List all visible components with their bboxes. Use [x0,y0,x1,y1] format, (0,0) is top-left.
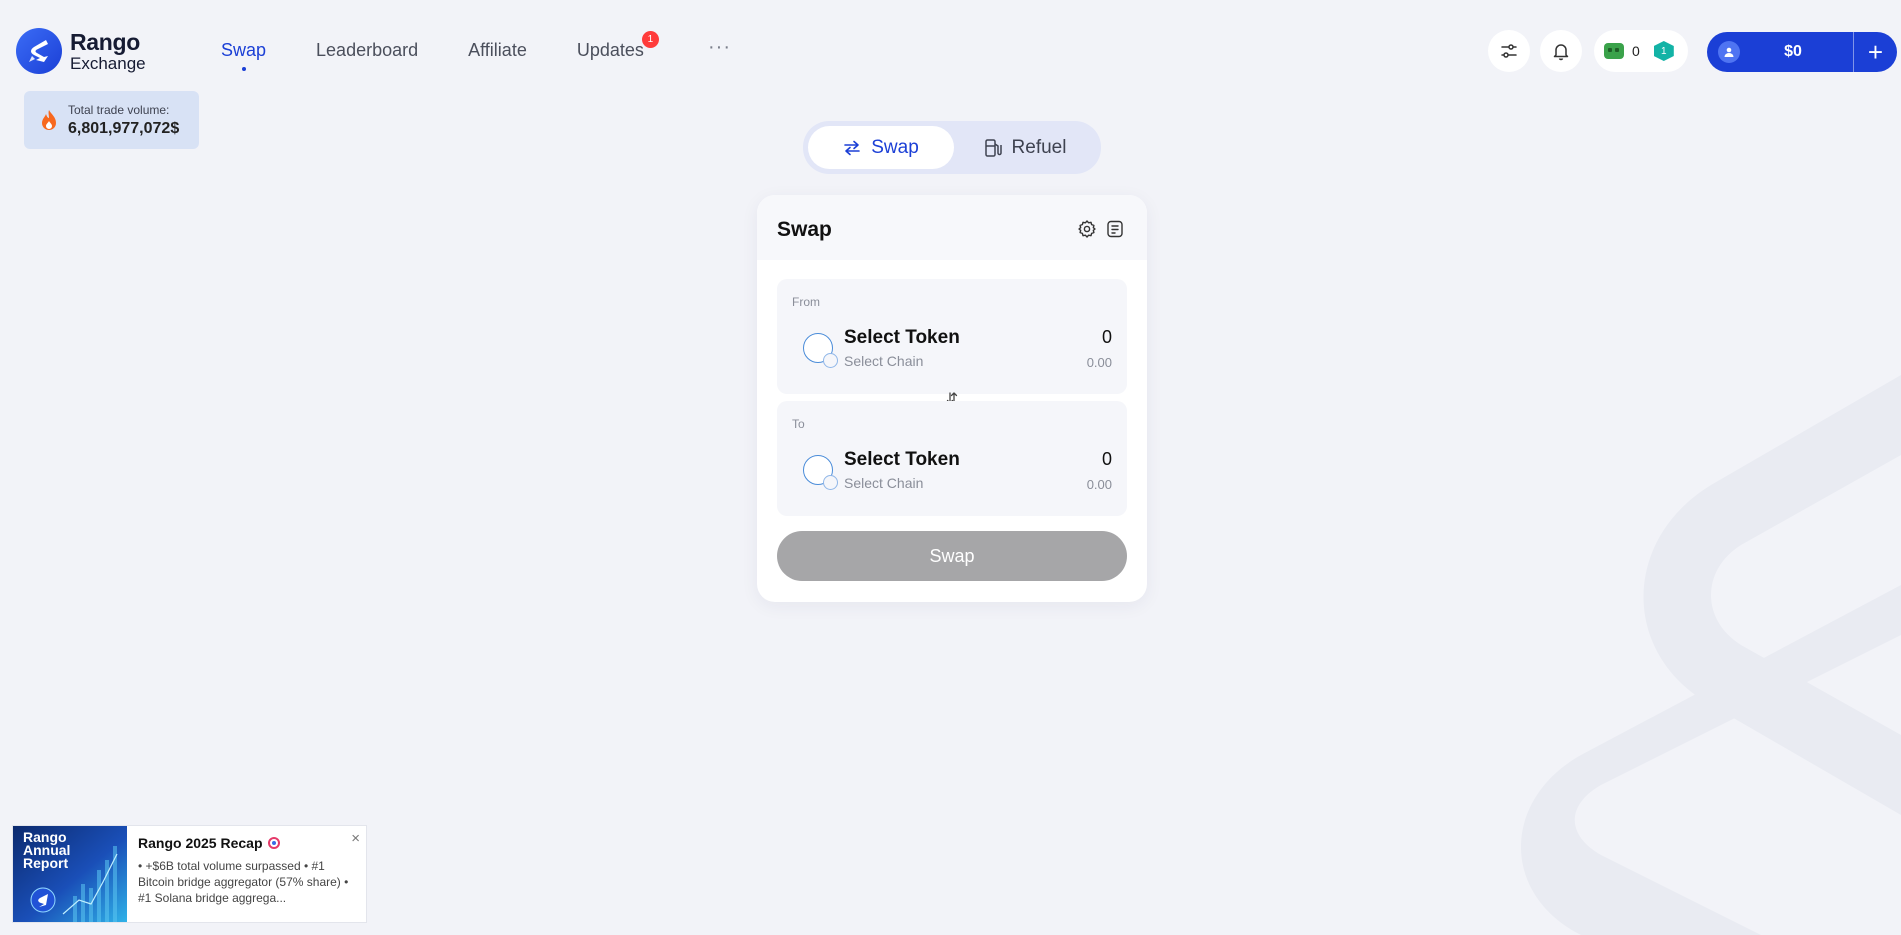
score-pill[interactable]: 0 1 [1594,30,1688,72]
to-chain-select[interactable]: Select Chain [844,475,923,491]
swap-card-header: Swap [757,195,1147,260]
gear-icon[interactable] [1077,219,1097,239]
nav-swap[interactable]: Swap [221,40,267,71]
tab-swap[interactable]: Swap [808,126,954,169]
fuel-icon [984,138,1002,157]
chain-placeholder-icon [823,353,838,368]
updates-badge: 1 [641,31,659,48]
history-icon[interactable] [1105,219,1125,239]
brand-name: Rango [70,28,141,55]
rango-logo-icon [16,28,62,74]
settings-sliders-button[interactable] [1488,30,1530,72]
nav-updates-label: Updates [576,40,644,60]
nav-leaderboard[interactable]: Leaderboard [316,40,418,61]
to-token-box[interactable]: To Select Token Select Chain 0 0.00 [777,401,1127,516]
swap-submit-button[interactable]: Swap [777,531,1127,581]
score-icon [1604,43,1624,59]
chain-placeholder-icon [823,475,838,490]
wallet-button[interactable]: $0 + [1707,32,1897,72]
from-chain-select[interactable]: Select Chain [844,353,923,369]
nav-updates[interactable]: Updates 1 [576,31,659,61]
main-nav: Swap Leaderboard Affiliate Updates 1 [221,31,659,71]
brand-subtitle: Exchange [70,53,146,73]
user-icon [1718,41,1740,63]
volume-value: 6,801,977,072$ [68,119,180,137]
from-token-select[interactable]: Select Token [844,327,960,349]
annual-report-thumbnail: Rango Annual Report [13,826,127,922]
recap-text: • +$6B total volume surpassed • #1 Bitco… [138,859,349,905]
nav-affiliate[interactable]: Affiliate [468,40,527,61]
connect-wallet-plus-button[interactable]: + [1853,32,1897,72]
volume-label: Total trade volume: [68,102,170,117]
swap-card-title: Swap [777,218,832,241]
nav-swap-label: Swap [221,40,267,60]
level-value: 1 [1661,45,1667,57]
recap-notification[interactable]: Rango Annual Report Rango 2025 Recap • +… [12,825,367,923]
mode-switcher: Swap Refuel [803,121,1101,174]
sliders-icon [1501,44,1517,58]
more-menu-button[interactable]: ··· [708,36,731,59]
tab-refuel[interactable]: Refuel [954,126,1096,169]
to-label: To [792,417,805,431]
wallet-balance: $0 [1784,43,1802,60]
nav-leaderboard-label: Leaderboard [316,40,419,60]
tab-refuel-label: Refuel [1011,136,1067,158]
close-icon[interactable]: × [351,830,360,847]
fire-icon [42,110,56,130]
background-logo-watermark [1521,375,1901,935]
notifications-button[interactable] [1540,30,1582,72]
recap-title: Rango 2025 Recap [138,835,263,851]
swap-card: Swap From Select Token Select Chain 0 0.… [757,195,1147,602]
plus-icon: + [1867,36,1884,67]
swap-arrows-icon [844,140,861,155]
active-indicator [241,67,246,71]
user-button[interactable] [1707,32,1751,72]
level-icon: 1 [1653,41,1674,61]
thumbnail-title: Rango Annual Report [23,829,71,871]
to-token-select[interactable]: Select Token [844,449,960,471]
to-amount-output: 0 [1101,449,1112,469]
bell-icon [1553,44,1569,61]
top-header: Rango Exchange Swap Leaderboard Affiliat… [0,0,1901,103]
from-amount-input[interactable]: 0 [1102,327,1112,348]
trade-volume-box: Total trade volume: 6,801,977,072$ [24,91,199,149]
from-usd-value: 0.00 [1086,355,1112,370]
tab-swap-label: Swap [871,136,919,158]
target-icon [268,837,281,849]
from-label: From [792,295,820,309]
rango-logo[interactable]: Rango Exchange [16,28,146,74]
score-count: 0 [1632,43,1640,59]
to-usd-value: 0.00 [1086,477,1112,492]
from-token-box[interactable]: From Select Token Select Chain 0 0.00 [777,279,1127,394]
nav-affiliate-label: Affiliate [468,40,527,60]
